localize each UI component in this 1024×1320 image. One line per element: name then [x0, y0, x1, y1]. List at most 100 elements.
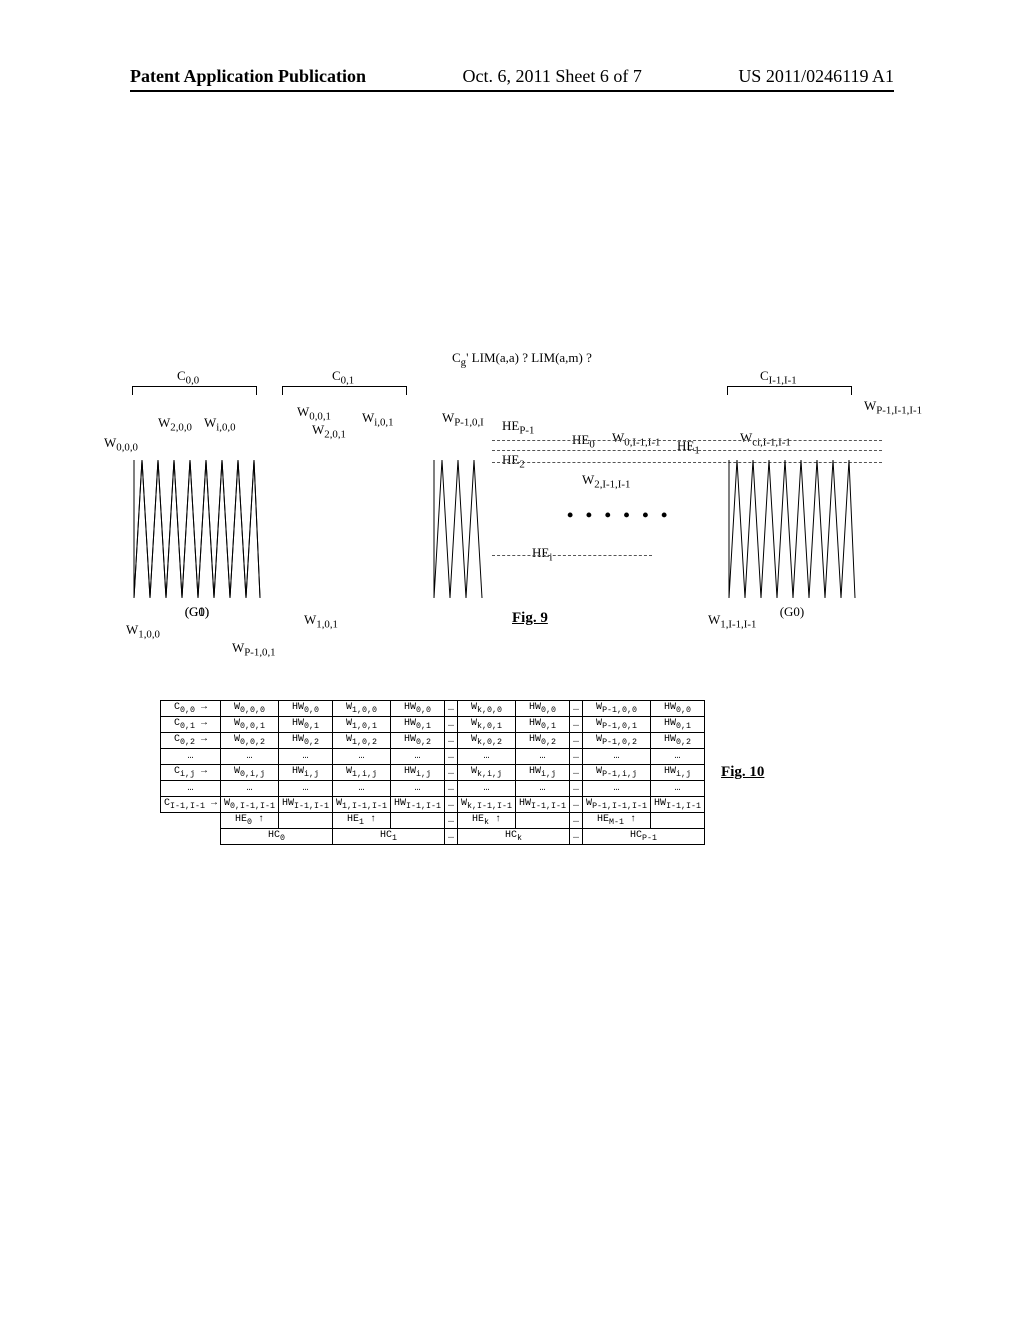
label-HE0: HE0 — [572, 432, 595, 451]
table-cell: W1,0,0 — [333, 701, 391, 717]
table-cell: … — [570, 701, 583, 717]
label-WP10I: WP-1,0,I — [442, 410, 484, 429]
label-W2I1: W2,I-1,I-1 — [582, 472, 630, 491]
table-cell: … — [570, 733, 583, 749]
label-WP1I1: WP-1,I-1,I-1 — [864, 398, 922, 417]
row-header: C0,2 → — [161, 733, 221, 749]
table-cell: W0,0,2 — [221, 733, 279, 749]
table-cell-he — [391, 813, 445, 829]
table-row: C0,0 →W0,0,0HW0,0W1,0,0HW0,0…Wk,0,0HW0,0… — [161, 701, 705, 717]
table-row-hc: HC0HC1…HCk…HCP-1 — [161, 829, 705, 845]
table-cell: … — [570, 797, 583, 813]
table-cell: HWI-1,I-1 — [651, 797, 705, 813]
dash-he-i — [492, 555, 652, 556]
label-c00: C0,0 — [177, 368, 199, 387]
bracket-c01 — [282, 386, 407, 394]
table-cell: HWi,j — [391, 765, 445, 781]
table-row: CI-1,I-1 →W0,I-1,I-1HWI-1,I-1W1,I-1,I-1H… — [161, 797, 705, 813]
table-cell: W1,0,2 — [333, 733, 391, 749]
table-cell: HWi,j — [279, 765, 333, 781]
label-g0b: (G0) — [727, 604, 857, 620]
wave-group-g1: (G1) — [132, 450, 262, 600]
table-cell: Wk,0,2 — [458, 733, 516, 749]
table-cell: HW0,2 — [391, 733, 445, 749]
label-HEP1: HEP-1 — [502, 418, 534, 437]
table-cell: … — [651, 749, 705, 765]
table-cell: … — [570, 781, 583, 797]
table-cell: … — [333, 749, 391, 765]
label-cI1: CI-1,I-1 — [760, 368, 797, 387]
figure-10-table: C0,0 →W0,0,0HW0,0W1,0,0HW0,0…Wk,0,0HW0,0… — [160, 700, 705, 845]
table-cell: HW0,1 — [391, 717, 445, 733]
blank-cell — [161, 829, 221, 845]
label-WP101: WP-1,0,1 — [232, 640, 276, 659]
label-W200: W2,0,0 — [158, 415, 192, 434]
table-cell: … — [279, 781, 333, 797]
header-rule — [130, 90, 894, 92]
table-cell: Wk,0,0 — [458, 701, 516, 717]
table-cell: HWi,j — [516, 765, 570, 781]
table-cell-he — [651, 813, 705, 829]
figure-9-diagram: Cg' LIM(a,a) ? LIM(a,m) ? C0,0 C0,1 CI-1… — [132, 390, 892, 670]
table-cell: HW0,0 — [391, 701, 445, 717]
table-cell-he — [279, 813, 333, 829]
table-cell: WP-1,i,j — [583, 765, 651, 781]
table-cell: … — [583, 749, 651, 765]
row-header: … — [161, 781, 221, 797]
table-cell: HW0,0 — [279, 701, 333, 717]
figure-10-label: Fig. 10 — [721, 764, 764, 781]
table-cell-hc: … — [445, 829, 458, 845]
table-cell: … — [570, 717, 583, 733]
table-cell: HW0,1 — [516, 717, 570, 733]
row-header: C0,0 → — [161, 701, 221, 717]
table-row: …………………………… — [161, 781, 705, 797]
label-g1: (G1) — [132, 604, 262, 620]
label-cg-lim: Cg' LIM(a,a) ? LIM(a,m) ? — [452, 350, 592, 369]
wave-group-mid — [432, 450, 487, 600]
dash-he-1 — [492, 440, 882, 441]
table-row: C0,2 →W0,0,2HW0,2W1,0,2HW0,2…Wk,0,2HW0,2… — [161, 733, 705, 749]
table-cell: … — [445, 797, 458, 813]
bracket-cI1 — [727, 386, 852, 394]
table-cell: … — [221, 749, 279, 765]
table-cell: HW0,1 — [279, 717, 333, 733]
header-right: US 2011/0246119 A1 — [738, 66, 894, 87]
table-cell: W0,i,j — [221, 765, 279, 781]
table-cell: … — [391, 781, 445, 797]
table-cell: … — [516, 749, 570, 765]
row-header: Ci,j → — [161, 765, 221, 781]
wave-group-g0b: (G0) — [727, 450, 857, 600]
table-cell: HW0,1 — [651, 717, 705, 733]
table-cell-he: HEk ↑ — [458, 813, 516, 829]
table-cell-hc: HCP-1 — [583, 829, 705, 845]
table-cell: … — [651, 781, 705, 797]
table-row-he: HE0 ↑HE1 ↑…HEk ↑…HEM-1 ↑ — [161, 813, 705, 829]
table-cell: HW0,2 — [516, 733, 570, 749]
table-cell: WP-1,I-1,I-1 — [583, 797, 651, 813]
table-cell: HW0,2 — [279, 733, 333, 749]
table-cell: W1,i,j — [333, 765, 391, 781]
label-c01: C0,1 — [332, 368, 354, 387]
label-Wi00: Wi,0,0 — [204, 415, 236, 434]
table-cell: … — [583, 781, 651, 797]
table-cell-he: HE1 ↑ — [333, 813, 391, 829]
page-content: Cg' LIM(a,a) ? LIM(a,m) ? C0,0 C0,1 CI-1… — [130, 390, 894, 670]
table-cell: HW0,2 — [651, 733, 705, 749]
label-W101: W1,0,1 — [304, 612, 338, 631]
label-Wi01: Wi,0,1 — [362, 410, 394, 429]
figure-10-table-wrap: C0,0 →W0,0,0HW0,0W1,0,0HW0,0…Wk,0,0HW0,0… — [160, 700, 764, 845]
table-cell: … — [458, 749, 516, 765]
table-cell: HW0,0 — [516, 701, 570, 717]
table-cell-hc: HCk — [458, 829, 570, 845]
table-cell: … — [445, 733, 458, 749]
table-cell: … — [570, 765, 583, 781]
table-cell-he: HE0 ↑ — [221, 813, 279, 829]
table-cell: HWi,j — [651, 765, 705, 781]
table-cell: … — [445, 781, 458, 797]
table-cell-he — [516, 813, 570, 829]
header-left: Patent Application Publication — [130, 66, 366, 87]
table-row: C0,1 →W0,0,1HW0,1W1,0,1HW0,1…Wk,0,1HW0,1… — [161, 717, 705, 733]
table-cell: WP-1,0,0 — [583, 701, 651, 717]
table-cell: W1,0,1 — [333, 717, 391, 733]
table-cell: … — [570, 749, 583, 765]
